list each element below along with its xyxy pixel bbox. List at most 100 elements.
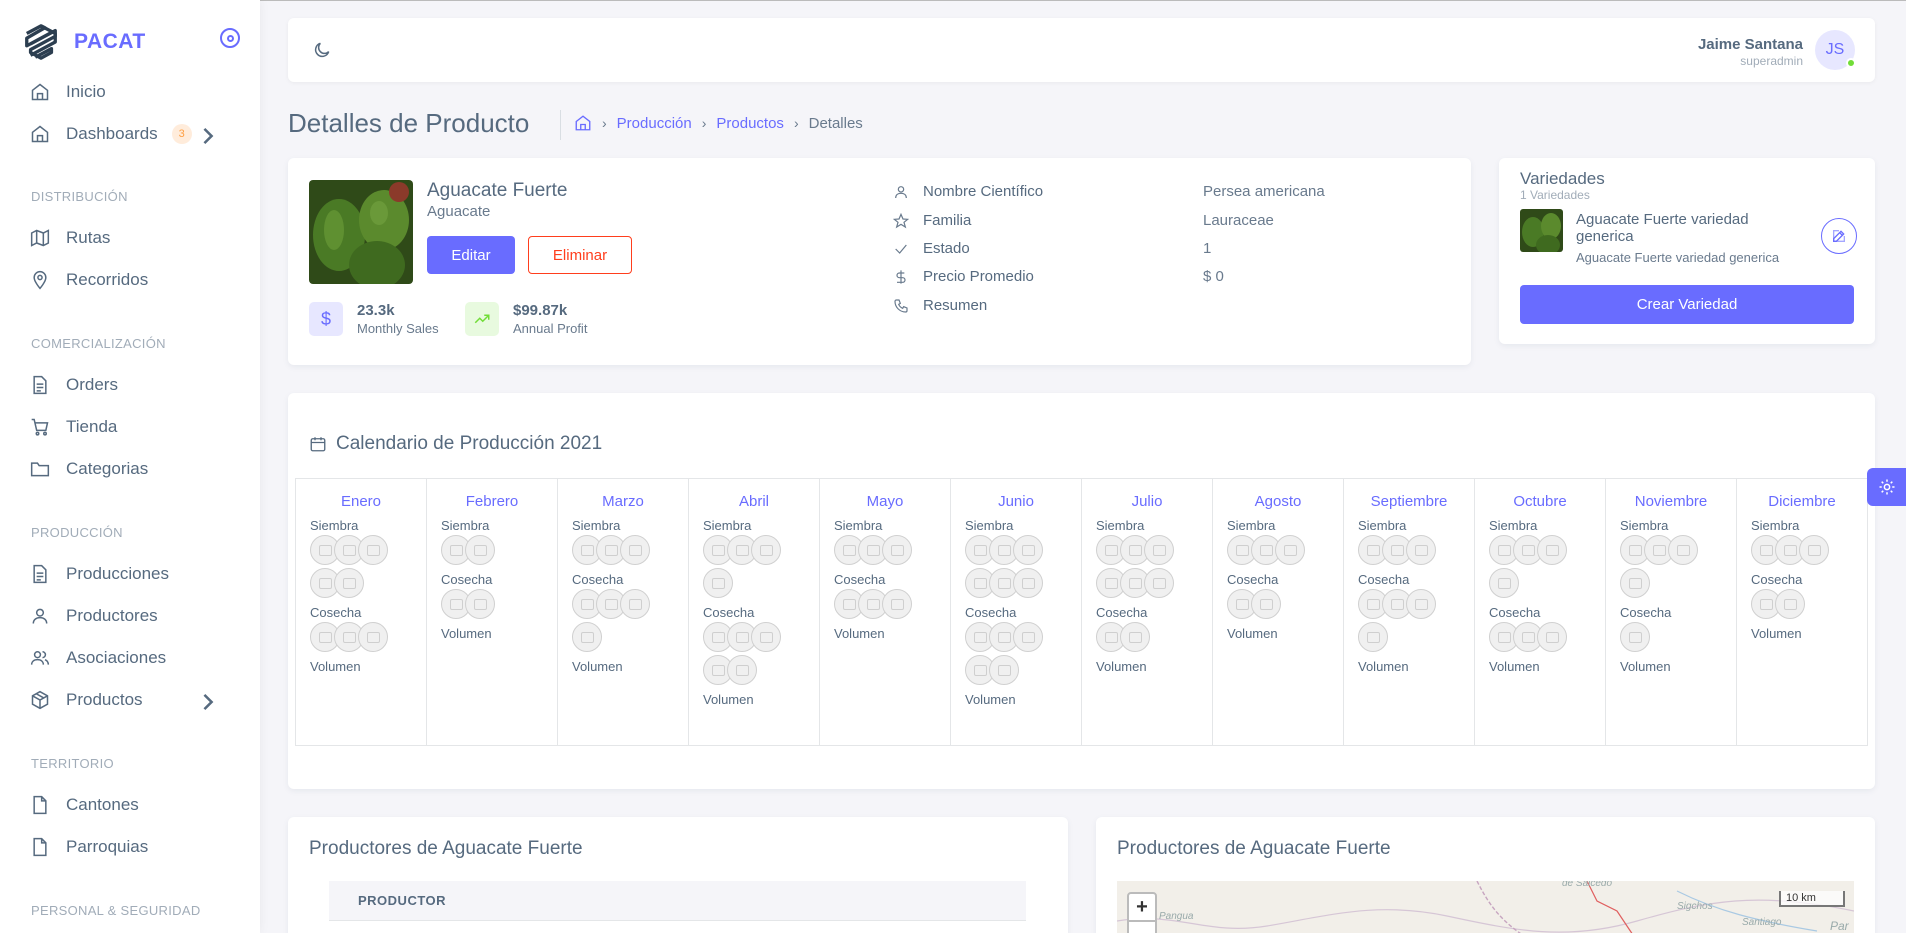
calendar-row-label: Siembra bbox=[1096, 518, 1145, 533]
producer-avatar-placeholder-icon[interactable] bbox=[1013, 535, 1043, 565]
variety-name[interactable]: Aguacate Fuerte variedad generica bbox=[1576, 211, 1806, 245]
dollar-icon bbox=[896, 269, 906, 284]
producer-avatar-placeholder-icon[interactable] bbox=[751, 622, 781, 652]
map-pin-icon bbox=[33, 270, 47, 290]
producer-avatar-placeholder-icon[interactable] bbox=[334, 568, 364, 598]
map-scale: 10 km bbox=[1779, 891, 1845, 907]
producer-avatar-placeholder-icon[interactable] bbox=[1668, 535, 1698, 565]
producer-avatar-group bbox=[572, 535, 654, 568]
info-label: Nombre Científico bbox=[923, 183, 1044, 200]
edit-product-button[interactable]: Editar bbox=[427, 236, 515, 274]
sidebar-item-asociaciones[interactable]: Asociaciones bbox=[0, 637, 260, 679]
map-zoom-out-button[interactable] bbox=[1127, 922, 1157, 933]
sidebar-item-orders[interactable]: Orders bbox=[0, 364, 260, 406]
calendar-month-column: Abril Siembra Cosecha Volumen bbox=[689, 479, 820, 745]
edit-variety-button[interactable] bbox=[1821, 218, 1857, 254]
producer-avatar-group bbox=[1489, 535, 1571, 601]
sidebar-item-tienda[interactable]: Tienda bbox=[0, 406, 260, 448]
calendar-row-label: Siembra bbox=[834, 518, 883, 533]
producer-avatar-placeholder-icon[interactable] bbox=[1144, 568, 1174, 598]
dark-mode-moon-icon[interactable] bbox=[312, 40, 332, 60]
breadcrumb-productos[interactable]: Productos bbox=[716, 115, 784, 132]
producer-avatar-placeholder-icon[interactable] bbox=[1275, 535, 1305, 565]
breadcrumb-separator: › bbox=[701, 115, 707, 131]
breadcrumb-produccion[interactable]: Producción bbox=[617, 115, 692, 132]
sidebar-toggle-icon[interactable] bbox=[220, 28, 240, 48]
producer-avatar-group bbox=[834, 535, 916, 568]
info-label: Precio Promedio bbox=[923, 268, 1034, 285]
folder-icon bbox=[30, 462, 50, 477]
producer-avatar-placeholder-icon[interactable] bbox=[703, 568, 733, 598]
sidebar-item-rutas[interactable]: Rutas bbox=[0, 217, 260, 259]
producer-avatar-placeholder-icon[interactable] bbox=[1144, 535, 1174, 565]
producer-avatar-placeholder-icon[interactable] bbox=[1406, 589, 1436, 619]
producer-avatar-placeholder-icon[interactable] bbox=[1775, 589, 1805, 619]
producer-avatar-placeholder-icon[interactable] bbox=[882, 589, 912, 619]
producer-avatar-placeholder-icon[interactable] bbox=[1406, 535, 1436, 565]
producer-avatar-group bbox=[1096, 535, 1178, 601]
map-place-label: Santiago bbox=[1742, 917, 1782, 928]
producer-avatar-placeholder-icon[interactable] bbox=[1013, 622, 1043, 652]
producer-avatar-group bbox=[1096, 622, 1178, 655]
avatar[interactable]: JS bbox=[1815, 30, 1856, 70]
calendar-row-label: Siembra bbox=[1751, 518, 1800, 533]
create-variety-button[interactable]: Crear Variedad bbox=[1520, 285, 1854, 324]
month-name: Febrero bbox=[465, 493, 519, 510]
check-icon bbox=[895, 244, 907, 254]
producer-avatar-placeholder-icon[interactable] bbox=[1251, 589, 1281, 619]
producer-avatar-placeholder-icon[interactable] bbox=[1358, 622, 1388, 652]
producer-avatar-placeholder-icon[interactable] bbox=[1013, 568, 1043, 598]
producer-avatar-placeholder-icon[interactable] bbox=[1120, 622, 1150, 652]
producer-avatar-group bbox=[1227, 589, 1309, 622]
calendar-row-label: Volumen bbox=[1751, 626, 1802, 641]
brand-logo-icon bbox=[25, 24, 57, 60]
producer-avatar-placeholder-icon[interactable] bbox=[727, 655, 757, 685]
producer-avatar-placeholder-icon[interactable] bbox=[882, 535, 912, 565]
month-name: Agosto bbox=[1254, 493, 1302, 510]
info-row-scientific-name: Nombre Científico Persea americana bbox=[893, 183, 1325, 200]
producer-avatar-placeholder-icon[interactable] bbox=[465, 535, 495, 565]
sidebar-item-recorridos[interactable]: Recorridos bbox=[0, 259, 260, 301]
column-header-productor[interactable]: PRODUCTOR bbox=[358, 893, 446, 908]
online-status-dot bbox=[1846, 58, 1856, 68]
info-value: Persea americana bbox=[1203, 183, 1325, 200]
sidebar-item-producciones[interactable]: Producciones bbox=[0, 553, 260, 595]
producer-avatar-placeholder-icon[interactable] bbox=[1489, 568, 1519, 598]
sidebar-item-label: Categorias bbox=[66, 459, 149, 478]
home-icon bbox=[31, 83, 49, 101]
monthly-sales-stat: $ 23.3k Monthly Sales bbox=[309, 302, 439, 336]
sidebar-item-parroquias[interactable]: Parroquias bbox=[0, 826, 260, 868]
producer-avatar-placeholder-icon[interactable] bbox=[620, 589, 650, 619]
sidebar-item-categorias[interactable]: Categorias bbox=[0, 448, 260, 490]
calendar-month-column: Octubre Siembra Cosecha Volumen bbox=[1475, 479, 1606, 745]
sidebar-item-dashboards[interactable]: Dashboards 3 bbox=[0, 113, 260, 155]
producer-avatar-placeholder-icon[interactable] bbox=[1537, 622, 1567, 652]
producer-avatar-placeholder-icon[interactable] bbox=[358, 535, 388, 565]
sidebar-item-label: Orders bbox=[66, 375, 118, 394]
map-place-label: Par bbox=[1830, 919, 1849, 933]
producer-avatar-placeholder-icon[interactable] bbox=[1620, 568, 1650, 598]
producer-avatar-placeholder-icon[interactable] bbox=[751, 535, 781, 565]
producer-avatar-placeholder-icon[interactable] bbox=[620, 535, 650, 565]
delete-product-button[interactable]: Eliminar bbox=[528, 236, 632, 274]
producers-table-title: Productores de Aguacate Fuerte bbox=[309, 838, 583, 859]
producer-avatar-placeholder-icon[interactable] bbox=[989, 655, 1019, 685]
map-zoom-in-button[interactable]: + bbox=[1127, 892, 1157, 922]
producer-avatar-group bbox=[1620, 622, 1702, 655]
user-info[interactable]: Jaime Santana superadmin bbox=[1698, 36, 1803, 68]
producer-avatar-placeholder-icon[interactable] bbox=[572, 622, 602, 652]
producer-avatar-placeholder-icon[interactable] bbox=[358, 622, 388, 652]
sidebar-item-inicio[interactable]: Inicio bbox=[0, 71, 260, 113]
settings-customizer-button[interactable] bbox=[1867, 468, 1906, 506]
sidebar-item-productos[interactable]: Productos bbox=[0, 679, 260, 721]
users-icon bbox=[30, 651, 50, 665]
sidebar-item-productores[interactable]: Productores bbox=[0, 595, 260, 637]
producers-map[interactable]: de Salcedo Sigchos Pangua Par Santiago +… bbox=[1117, 881, 1854, 933]
producer-avatar-placeholder-icon[interactable] bbox=[1799, 535, 1829, 565]
sidebar-item-label: Inicio bbox=[66, 82, 106, 101]
producer-avatar-placeholder-icon[interactable] bbox=[1537, 535, 1567, 565]
producer-avatar-placeholder-icon[interactable] bbox=[1620, 622, 1650, 652]
breadcrumb-home-icon[interactable] bbox=[574, 114, 592, 132]
producer-avatar-placeholder-icon[interactable] bbox=[465, 589, 495, 619]
sidebar-item-cantones[interactable]: Cantones bbox=[0, 784, 260, 826]
